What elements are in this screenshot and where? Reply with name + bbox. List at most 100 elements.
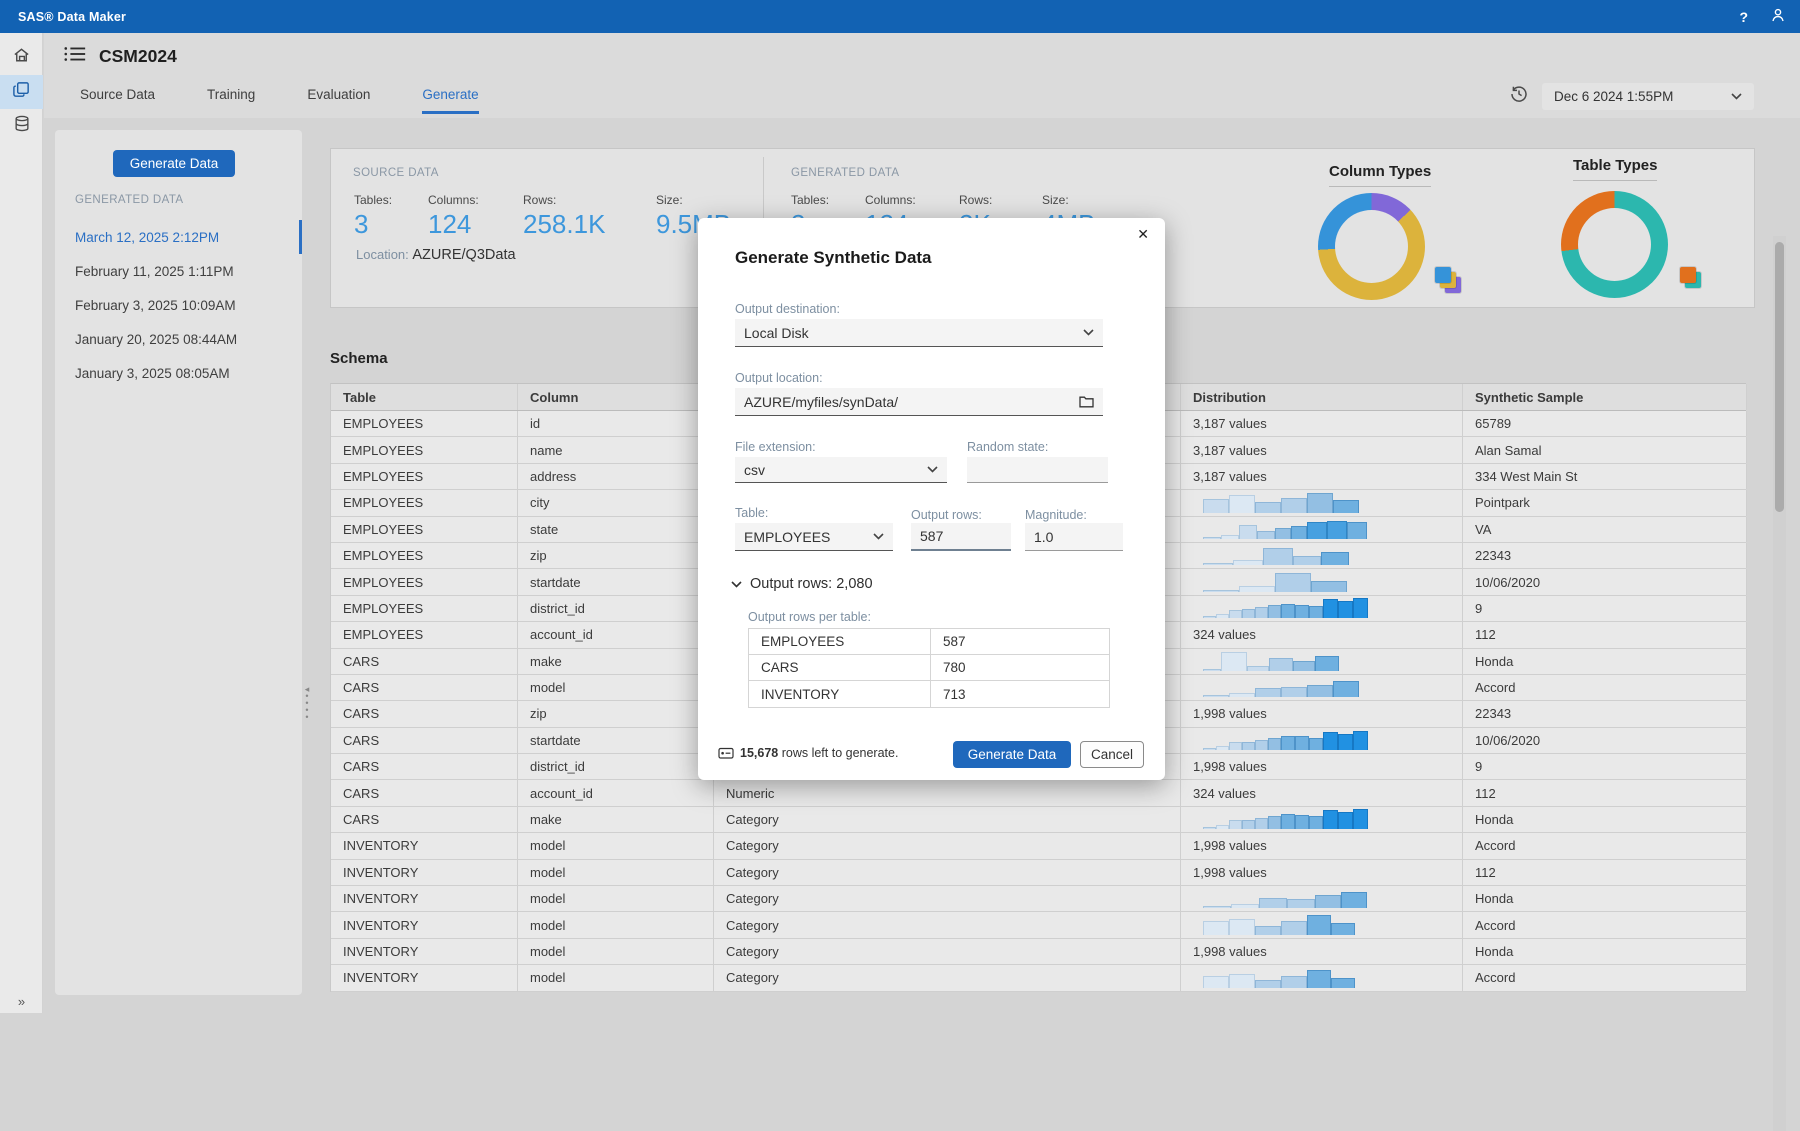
histogram-bar (1255, 740, 1268, 750)
modal-cancel-button[interactable]: Cancel (1080, 741, 1144, 768)
modal-generate-data-button[interactable]: Generate Data (953, 741, 1071, 768)
folder-icon[interactable] (1079, 395, 1094, 408)
generated-data-item[interactable]: February 3, 2025 10:09AM (55, 288, 302, 322)
histogram-bar (1221, 652, 1247, 671)
table-row[interactable]: INVENTORYmodelCategory1,998 values112 (331, 860, 1746, 886)
rail-item-data[interactable] (0, 109, 43, 143)
schema-cell: district_id (518, 754, 714, 779)
generated-data-item[interactable]: January 20, 2025 08:44AM (55, 322, 302, 356)
schema-cell: Category (714, 939, 1181, 964)
generate-data-button[interactable]: Generate Data (113, 150, 235, 177)
tab-training[interactable]: Training (207, 87, 255, 114)
histogram-bar (1255, 607, 1268, 618)
histogram-bar (1307, 915, 1331, 935)
histogram-bar (1239, 525, 1257, 539)
scrollbar-thumb[interactable] (1775, 242, 1784, 512)
schema-cell: Category (714, 860, 1181, 885)
generated-data-item[interactable]: March 12, 2025 2:12PM (55, 220, 302, 254)
table-row[interactable]: CARSmakeCategoryHonda (331, 807, 1746, 833)
histogram-bar (1242, 609, 1255, 618)
app-title: SAS® Data Maker (18, 10, 126, 24)
history-icon[interactable] (1510, 85, 1528, 108)
file-extension-select[interactable]: csv (735, 457, 947, 483)
table-row[interactable]: INVENTORYmodelCategoryAccord (331, 912, 1746, 938)
schema-cell: EMPLOYEES (331, 490, 518, 515)
random-state-label: Random state: (967, 440, 1048, 454)
rows-per-table-cell[interactable]: INVENTORY (749, 681, 931, 707)
rows-per-table-cell[interactable]: CARS (749, 655, 931, 680)
table-row[interactable]: INVENTORYmodelCategory1,998 valuesAccord (331, 833, 1746, 859)
histogram-bar (1203, 590, 1239, 592)
generated-data-item[interactable]: January 3, 2025 08:05AM (55, 356, 302, 390)
schema-cell: INVENTORY (331, 886, 518, 911)
histogram-bar (1327, 521, 1347, 539)
histogram-bar (1275, 528, 1291, 539)
chevron-down-icon (1731, 93, 1742, 100)
table-select[interactable]: EMPLOYEES (735, 523, 893, 551)
close-icon[interactable]: ✕ (1137, 226, 1149, 243)
rows-per-table-cell[interactable]: 587 (931, 629, 1111, 654)
distribution-cell: 1,998 values (1181, 939, 1463, 964)
random-state-input[interactable] (967, 457, 1108, 483)
synthetic-sample-cell: Accord (1463, 833, 1747, 858)
output-destination-select[interactable]: Local Disk (735, 319, 1103, 347)
histogram-bar (1323, 810, 1338, 829)
schema-cell: INVENTORY (331, 912, 518, 937)
table-row[interactable]: INVENTORYmodelCategory1,998 valuesHonda (331, 939, 1746, 965)
histogram-bar (1203, 616, 1216, 618)
rail-expand-icon[interactable]: » (0, 994, 43, 1009)
rows-per-table-cell[interactable]: EMPLOYEES (749, 629, 931, 654)
rows-per-table-cell[interactable]: 780 (931, 655, 1111, 680)
tab-generate[interactable]: Generate (422, 87, 478, 114)
rows-per-table-row: INVENTORY713 (749, 681, 1109, 707)
generated-data-item[interactable]: February 11, 2025 1:11PM (55, 254, 302, 288)
synthetic-sample-cell: 10/06/2020 (1463, 728, 1747, 753)
schema-cell: INVENTORY (331, 860, 518, 885)
table-row[interactable]: INVENTORYmodelCategoryHonda (331, 886, 1746, 912)
distribution-cell (1181, 517, 1463, 542)
output-rows-expander[interactable]: Output rows: 2,080 (731, 576, 873, 592)
column-types-legend-icon (1435, 267, 1461, 293)
histogram-bar (1203, 748, 1216, 750)
chevron-down-icon (873, 533, 884, 540)
tab-evaluation[interactable]: Evaluation (307, 87, 370, 114)
file-extension-value: csv (744, 462, 765, 478)
help-icon[interactable]: ? (1739, 9, 1748, 25)
histogram-bar (1242, 742, 1255, 750)
distribution-cell (1181, 807, 1463, 832)
synthetic-sample-cell: 112 (1463, 780, 1747, 805)
rail-item-projects[interactable] (0, 75, 43, 109)
rail-item-home[interactable] (0, 41, 43, 75)
schema-cell: EMPLOYEES (331, 596, 518, 621)
table-row[interactable]: INVENTORYmodelCategoryAccord (331, 965, 1746, 991)
distribution-cell: 3,187 values (1181, 411, 1463, 436)
output-location-input[interactable]: AZURE/myfiles/synData/ (735, 388, 1103, 416)
histogram-bar (1255, 502, 1281, 513)
rows-per-table-cell[interactable]: 713 (931, 681, 1111, 707)
distribution-cell (1181, 569, 1463, 594)
schema-cell: CARS (331, 807, 518, 832)
histogram-bar (1353, 731, 1368, 750)
histogram-bar (1338, 734, 1353, 750)
histogram-bar (1281, 736, 1295, 750)
schema-cell: model (518, 886, 714, 911)
histogram-bar (1333, 500, 1359, 513)
magnitude-input[interactable]: 1.0 (1025, 523, 1123, 551)
project-list-icon[interactable] (63, 43, 87, 70)
generated-data-section-label: GENERATED DATA (75, 194, 183, 206)
table-row[interactable]: CARSaccount_idNumeric324 values112 (331, 780, 1746, 806)
snapshot-dropdown[interactable]: Dec 6 2024 1:55PM (1542, 83, 1754, 110)
panel-resize-handle[interactable]: ◂•••• (302, 686, 312, 721)
schema-cell: Numeric (714, 780, 1181, 805)
output-rows-input[interactable]: 587 (911, 523, 1011, 551)
distribution-cell (1181, 596, 1463, 621)
output-destination-label: Output destination: (735, 302, 840, 316)
tab-source-data[interactable]: Source Data (80, 87, 155, 114)
vertical-scrollbar[interactable] (1773, 236, 1786, 1131)
schema-cell: EMPLOYEES (331, 437, 518, 462)
histogram-bar (1295, 736, 1309, 750)
histogram-bar (1353, 598, 1368, 618)
schema-cell: Category (714, 912, 1181, 937)
rows-left-text: rows left to generate. (778, 746, 898, 760)
user-icon[interactable] (1770, 7, 1786, 26)
